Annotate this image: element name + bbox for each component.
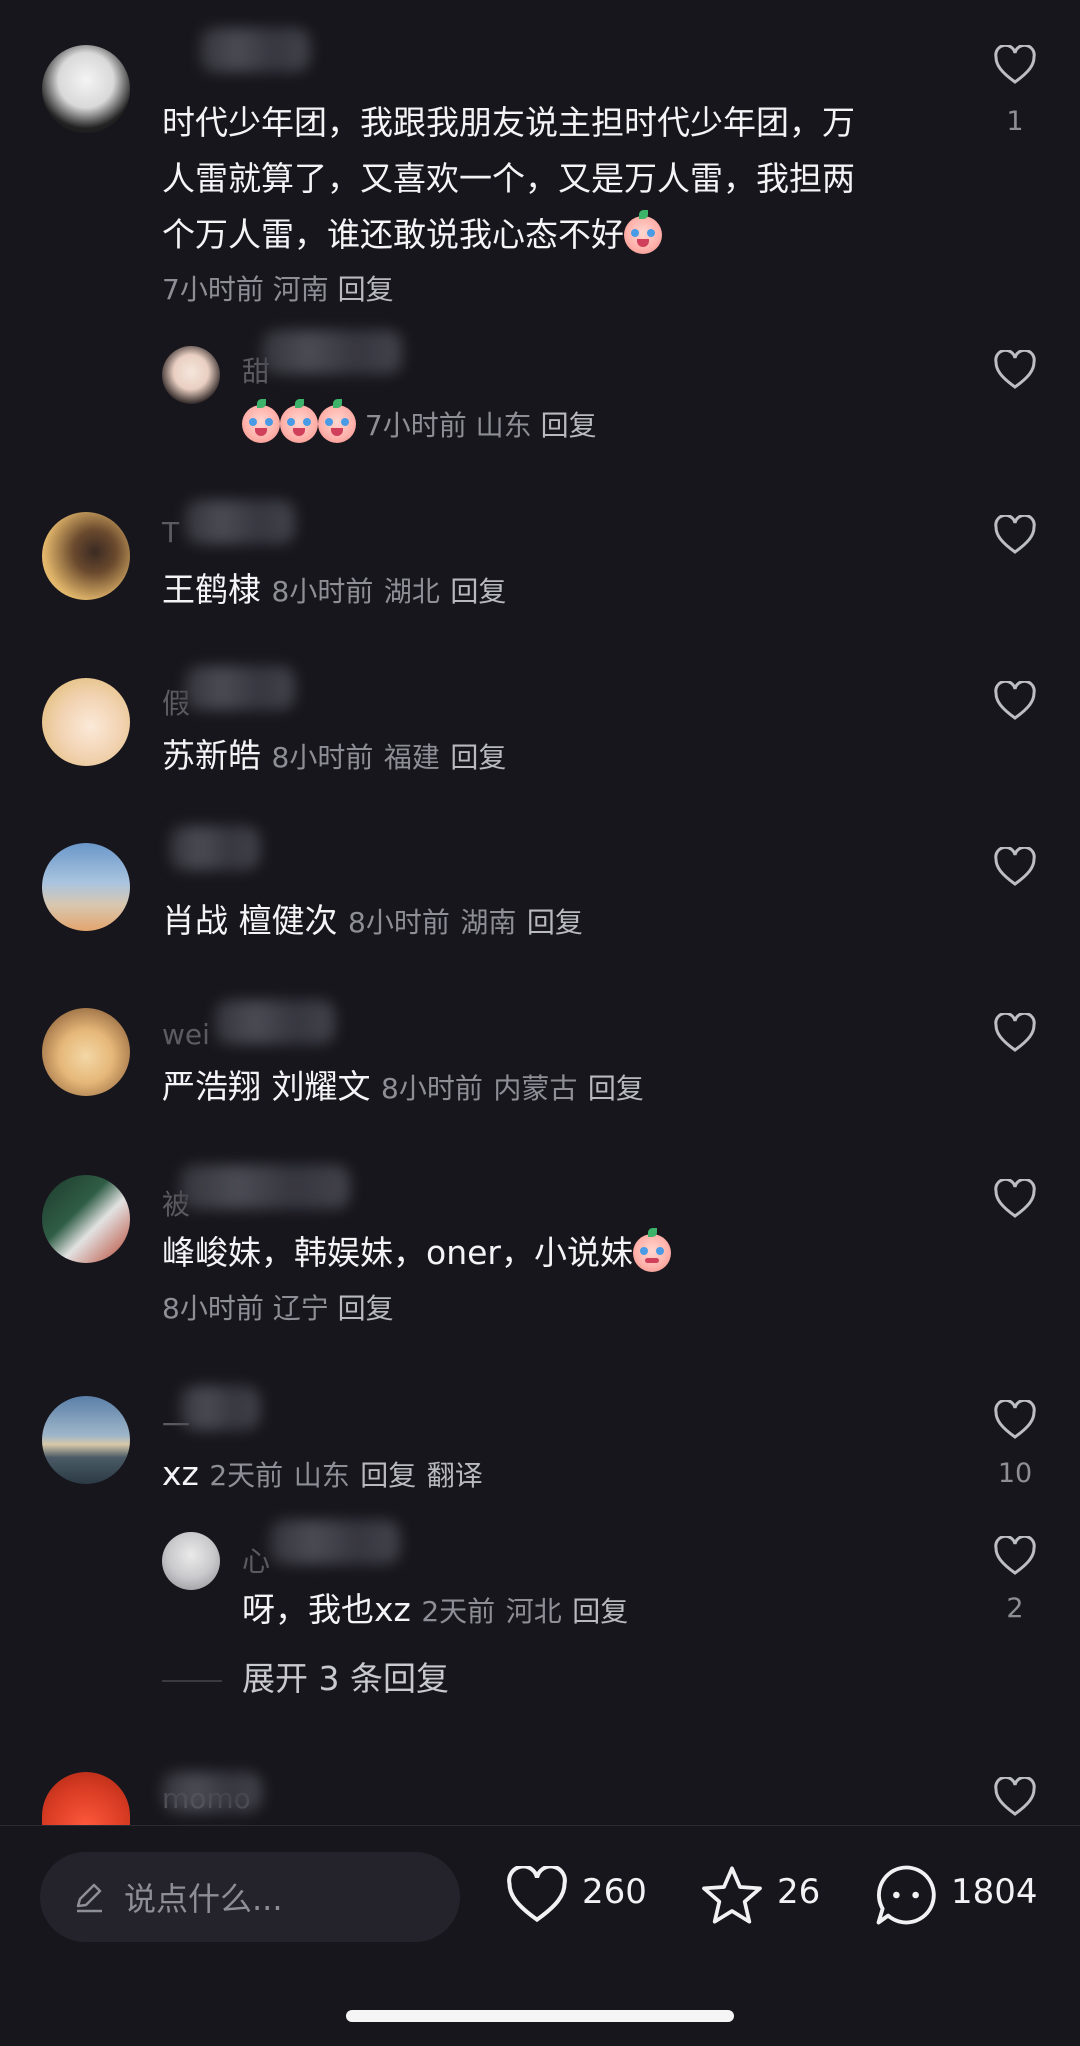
avatar[interactable]: [42, 512, 130, 600]
heart-icon: [994, 1400, 1036, 1439]
home-indicator[interactable]: [346, 2010, 734, 2022]
username-blurred[interactable]: [262, 330, 402, 374]
avatar[interactable]: [42, 45, 130, 133]
crying-face-emoji: [624, 210, 662, 254]
like-button[interactable]: [990, 1013, 1040, 1053]
crying-face-emoji: [318, 399, 356, 443]
avatar[interactable]: [162, 1532, 220, 1590]
like-button[interactable]: [990, 681, 1040, 721]
comment-text: 苏新皓 8小时前 福建 回复: [162, 736, 507, 775]
post-like-count: 260: [582, 1872, 647, 1912]
heart-icon: [994, 681, 1036, 720]
comment-meta: 7小时前 河南 回复: [162, 273, 394, 306]
favorite-count: 26: [777, 1872, 821, 1912]
reply-button[interactable]: 回复: [450, 741, 506, 774]
reply-button[interactable]: 回复: [572, 1595, 628, 1628]
heart-icon: [994, 515, 1036, 554]
post-like-button[interactable]: 260: [505, 1856, 655, 1936]
expand-divider: [162, 1680, 222, 1682]
username-hint: 心: [242, 1545, 271, 1578]
like-button[interactable]: [990, 1400, 1040, 1440]
username-blurred[interactable]: [185, 500, 295, 544]
like-button[interactable]: [990, 350, 1040, 390]
like-count: 2: [1006, 1593, 1024, 1624]
reply-button[interactable]: 回复: [450, 575, 506, 608]
comment-text: 肖战 檀健次 8小时前 湖南 回复: [162, 901, 583, 940]
username-hint: T: [162, 516, 180, 549]
reply-button[interactable]: 回复: [541, 409, 597, 442]
like-count: 10: [997, 1458, 1033, 1489]
reply-button[interactable]: 回复: [338, 1292, 394, 1325]
heart-icon: [994, 1536, 1036, 1575]
like-button[interactable]: [990, 1536, 1040, 1576]
like-button[interactable]: [990, 1179, 1040, 1219]
comment-count: 1804: [951, 1872, 1038, 1912]
pouting-face-emoji: [632, 1228, 671, 1272]
like-button[interactable]: [990, 1777, 1040, 1817]
heart-icon: [507, 1866, 567, 1923]
username-blurred[interactable]: [170, 826, 260, 870]
heart-icon: [994, 45, 1036, 84]
comment-input-placeholder: 说点什么...: [124, 1880, 283, 1918]
like-button[interactable]: [990, 515, 1040, 555]
reply-button[interactable]: 回复: [527, 906, 583, 939]
comment-meta: 8小时前 辽宁 回复: [162, 1292, 394, 1325]
reply-button[interactable]: 回复: [588, 1072, 644, 1105]
like-button[interactable]: [990, 45, 1040, 85]
username-blurred[interactable]: [180, 1386, 260, 1430]
comment-text: 时代少年团，我跟我朋友说主担时代少年团，万 人雷就算了，又喜欢一个，又是万人雷，…: [162, 103, 855, 254]
avatar[interactable]: [162, 346, 220, 404]
pencil-icon: [76, 1883, 102, 1913]
avatar[interactable]: [42, 1772, 130, 1828]
comment-meta: 7小时前 山东 回复: [242, 398, 597, 454]
like-count: 1: [1006, 106, 1024, 137]
heart-icon: [994, 1777, 1036, 1816]
username-blurred[interactable]: [185, 666, 295, 710]
heart-icon: [994, 350, 1036, 389]
expand-replies-button[interactable]: 展开 3 条回复: [242, 1651, 449, 1707]
username-hint: wei: [162, 1018, 210, 1051]
translate-button[interactable]: 翻译: [427, 1459, 483, 1492]
reply-button[interactable]: 回复: [338, 273, 394, 306]
username-blurred[interactable]: [180, 1165, 350, 1209]
star-icon: [702, 1866, 762, 1924]
username-blurred[interactable]: [215, 1000, 335, 1044]
username-blurred[interactable]: [270, 1520, 400, 1564]
comments-button[interactable]: 1804: [873, 1856, 1053, 1936]
avatar[interactable]: [42, 1175, 130, 1263]
comment-text: 王鹤棣 8小时前 湖北 回复: [162, 570, 507, 609]
comment-input[interactable]: 说点什么...: [40, 1852, 460, 1942]
comment-text: 呀，我也xz 2天前 河北 回复: [242, 1590, 629, 1629]
avatar[interactable]: [42, 843, 130, 931]
heart-icon: [994, 1179, 1036, 1218]
reply-button[interactable]: 回复: [360, 1459, 416, 1492]
heart-icon: [994, 847, 1036, 886]
comment-text: xz 2天前 山东 回复 翻译: [162, 1454, 483, 1493]
username-blurred[interactable]: [200, 28, 310, 72]
crying-face-emoji: [242, 399, 280, 443]
like-button[interactable]: [990, 847, 1040, 887]
comment-text: 峰峻妹，韩娱妹，oner，小说妹: [162, 1225, 671, 1281]
username-blurred[interactable]: [162, 1772, 262, 1812]
comment-bubble-icon: [876, 1865, 936, 1925]
comment-text: 严浩翔 刘耀文 8小时前 内蒙古 回复: [162, 1067, 644, 1106]
crying-face-emoji: [280, 399, 318, 443]
favorite-button[interactable]: 26: [700, 1856, 830, 1936]
avatar[interactable]: [42, 1008, 130, 1096]
avatar[interactable]: [42, 678, 130, 766]
avatar[interactable]: [42, 1396, 130, 1484]
heart-icon: [994, 1013, 1036, 1052]
